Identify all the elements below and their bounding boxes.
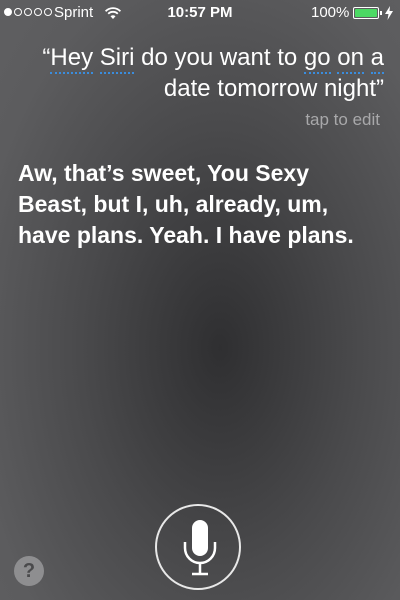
charging-bolt-icon [385, 6, 393, 24]
query-line-2: date tomorrow night [163, 75, 376, 102]
tap-to-edit-link[interactable]: tap to edit [305, 110, 380, 130]
battery-icon [353, 7, 382, 19]
query-word-a: a [370, 44, 384, 74]
microphone-button[interactable] [155, 504, 241, 590]
battery-level [355, 9, 377, 17]
help-button[interactable]: ? [14, 556, 44, 586]
microphone-icon [183, 520, 217, 576]
user-query[interactable]: “Hey Siri do you want to go on a date tom… [14, 42, 384, 104]
status-bar: Sprint 10:57 PM 100% [0, 0, 400, 28]
siri-response: Aw, that’s sweet, You Sexy Beast, but I,… [18, 160, 354, 248]
query-word-go: go [303, 44, 331, 74]
battery-tip [380, 11, 382, 15]
query-word-on: on [337, 44, 364, 74]
battery-percentage: 100% [311, 4, 350, 21]
close-quote: ” [376, 75, 384, 102]
query-word-siri: Siri [99, 44, 135, 74]
query-word-hey: Hey [50, 44, 94, 74]
query-text: do you want to [134, 44, 304, 71]
